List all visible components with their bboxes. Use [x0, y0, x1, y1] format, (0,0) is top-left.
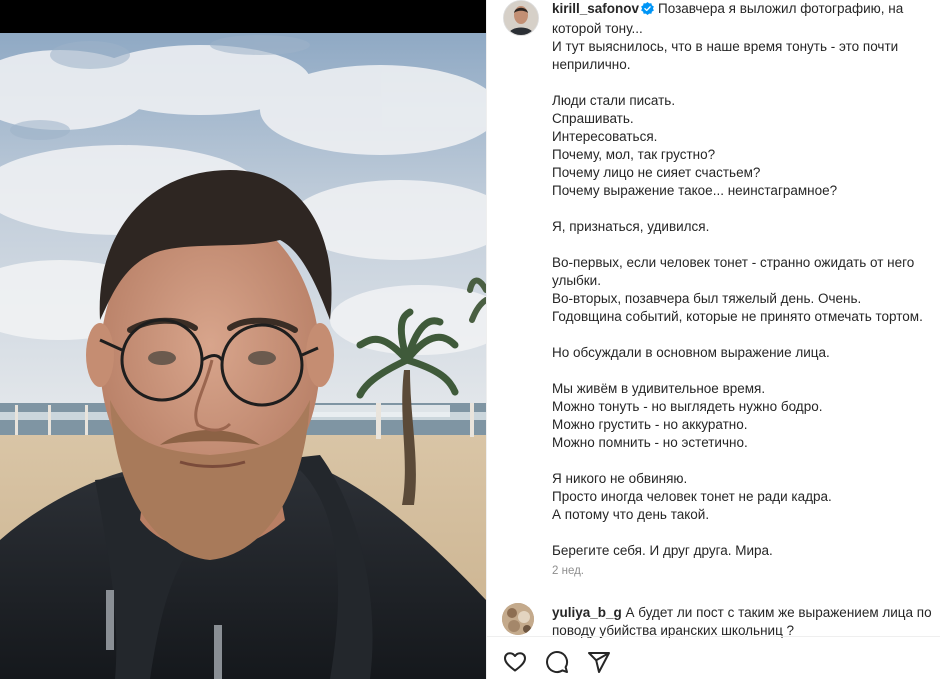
action-bar [503, 650, 611, 676]
caption-line: Можно тонуть - но выглядеть нужно бодро. [552, 399, 823, 414]
caption-line [552, 524, 940, 542]
caption-line [552, 74, 940, 92]
divider [487, 636, 940, 637]
caption-line: Во-вторых, позавчера был тяжелый день. О… [552, 291, 862, 306]
caption-line [552, 452, 940, 470]
caption-line: Можно помнить - но эстетично. [552, 435, 748, 450]
caption-line: Почему выражение такое... неинстаграмное… [552, 183, 838, 198]
caption-line: Интересоваться. [552, 129, 658, 144]
author-avatar[interactable] [503, 0, 539, 36]
comment-item: yuliya_b_g А будет ли пост с таким же вы… [552, 604, 937, 640]
caption-line: Почему, мол, так грустно? [552, 147, 716, 162]
caption-line: Я никого не обвиняю. [552, 471, 688, 486]
caption-line [552, 362, 940, 380]
caption-line: Берегите себя. И друг друга. Мира. [552, 543, 773, 558]
caption-line: Я, признаться, удивился. [552, 219, 710, 234]
post-timestamp[interactable]: 2 нед. [552, 565, 584, 577]
post-photo[interactable] [0, 0, 486, 679]
heart-icon[interactable] [503, 650, 527, 674]
comment-bubble-icon[interactable] [545, 650, 569, 674]
photo-illustration [0, 0, 486, 679]
commenter-avatar-illustration [502, 603, 534, 635]
author-username[interactable]: kirill_safonov [552, 1, 639, 16]
caption-line: Можно грустить - но аккуратно. [552, 417, 748, 432]
commenter-avatar[interactable] [502, 603, 534, 635]
caption-line [552, 236, 940, 254]
post-details-pane: kirill_safonov Позавчера я выложил фотогр… [486, 0, 940, 679]
caption-line: Во-первых, если человек тонет - странно … [552, 255, 915, 288]
caption-line: Просто иногда человек тонет не ради кадр… [552, 489, 832, 504]
commenter-username[interactable]: yuliya_b_g [552, 605, 622, 620]
caption-line: А потому что день такой. [552, 507, 710, 522]
caption-line: Годовщина событий, которые не принято от… [552, 309, 923, 324]
avatar-illustration [504, 1, 538, 35]
caption-line: Но обсуждали в основном выражение лица. [552, 345, 830, 360]
caption-line: Почему лицо не сияет счастьем? [552, 165, 761, 180]
paper-plane-icon[interactable] [587, 650, 611, 674]
caption-line [552, 200, 940, 218]
post-caption: kirill_safonov Позавчера я выложил фотогр… [552, 0, 940, 560]
caption-line: Мы живём в удивительное время. [552, 381, 766, 396]
caption-line: Люди стали писать. [552, 93, 676, 108]
caption-line: И тут выяснилось, что в наше время тонут… [552, 39, 899, 72]
caption-line [552, 326, 940, 344]
verified-badge-icon [641, 2, 654, 20]
caption-line: Спрашивать. [552, 111, 634, 126]
